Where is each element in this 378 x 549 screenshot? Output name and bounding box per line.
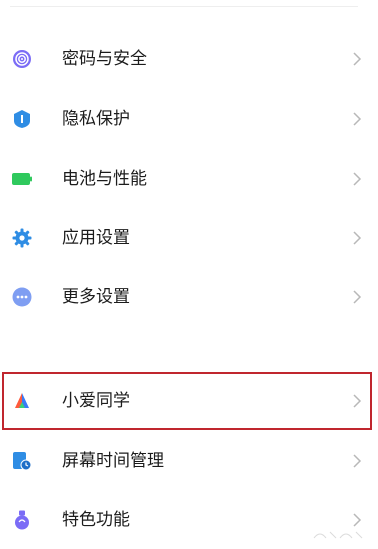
settings-item-label: 更多设置 bbox=[62, 287, 130, 307]
settings-item-screen-time[interactable]: 屏幕时间管理 bbox=[0, 432, 378, 490]
settings-item-more-settings[interactable]: 更多设置 bbox=[0, 268, 378, 326]
settings-item-app-settings[interactable]: 应用设置 bbox=[0, 209, 378, 267]
settings-item-label: 电池与性能 bbox=[62, 169, 147, 189]
special-features-icon bbox=[15, 510, 29, 530]
chevron-right-icon bbox=[353, 52, 362, 66]
settings-item-label: 密码与安全 bbox=[62, 49, 147, 69]
battery-icon bbox=[12, 173, 32, 185]
top-divider bbox=[10, 6, 358, 7]
more-dots-icon bbox=[12, 287, 32, 307]
settings-item-label: 特色功能 bbox=[62, 510, 130, 530]
watermark-logo bbox=[313, 531, 363, 539]
settings-item-password-security[interactable]: 密码与安全 bbox=[0, 30, 378, 88]
gear-icon bbox=[12, 228, 32, 248]
settings-item-label: 屏幕时间管理 bbox=[62, 451, 164, 471]
chevron-right-icon bbox=[353, 112, 362, 126]
privacy-shield-icon bbox=[14, 110, 30, 128]
settings-item-special-features[interactable]: 特色功能 bbox=[0, 491, 378, 549]
chevron-right-icon bbox=[353, 290, 362, 304]
settings-item-battery[interactable]: 电池与性能 bbox=[0, 150, 378, 208]
highlight-box bbox=[2, 372, 372, 430]
fingerprint-icon bbox=[13, 50, 31, 68]
chevron-right-icon bbox=[353, 231, 362, 245]
settings-item-privacy[interactable]: 隐私保护 bbox=[0, 90, 378, 148]
settings-item-label: 应用设置 bbox=[62, 228, 130, 248]
chevron-right-icon bbox=[353, 454, 362, 468]
screen-time-icon bbox=[13, 452, 32, 471]
chevron-right-icon bbox=[353, 513, 362, 527]
chevron-right-icon bbox=[353, 172, 362, 186]
settings-item-label: 隐私保护 bbox=[62, 109, 130, 129]
